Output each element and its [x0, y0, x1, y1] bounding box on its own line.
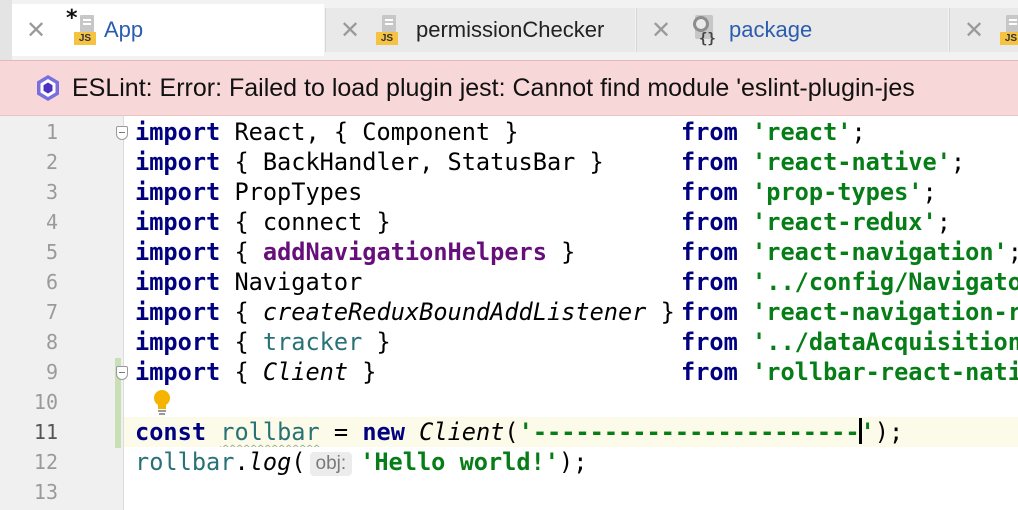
code-line-11[interactable]: const rollbar = new Client('------------… [124, 417, 1018, 447]
tab-permission-checker[interactable]: ✕ JS permissionChecker [325, 8, 635, 52]
tab-package[interactable]: ✕ {} package [636, 8, 948, 52]
code-line-4[interactable]: import { connect } from 'react-redux'; [124, 207, 1018, 237]
line-number: 10 [33, 390, 58, 414]
close-icon[interactable]: ✕ [26, 18, 46, 42]
tab-overflow[interactable]: ✕ JS [949, 8, 1018, 52]
parameter-hint: obj: [309, 452, 353, 476]
package-json-icon: {} [693, 15, 721, 47]
editor-tab-bar: ✕ * JS App ✕ JS permissionChecker ✕ {} p… [0, 0, 1018, 60]
tab-label: App [104, 17, 144, 42]
tab-app[interactable]: ✕ * JS App [12, 4, 324, 56]
js-file-icon: JS [1000, 15, 1018, 45]
code-line-8[interactable]: import { tracker } from '../dataAcquisit… [124, 327, 1018, 357]
code-line-7[interactable]: import { createReduxBoundAddListener } f… [124, 297, 1018, 327]
eslint-icon [37, 75, 59, 101]
close-icon[interactable]: ✕ [651, 18, 671, 42]
code-line-9[interactable]: import { Client } from 'rollbar-react-na… [124, 357, 1018, 387]
code-line-12[interactable]: rollbar.log(obj: 'Hello world!'); [124, 447, 1018, 477]
code-line-2[interactable]: import { BackHandler, StatusBar } from '… [124, 147, 1018, 177]
tab-bar-left-edge [0, 0, 12, 60]
line-number: 4 [45, 210, 58, 234]
code-line-5[interactable]: import { addNavigationHelpers } from 're… [124, 237, 1018, 267]
line-number: 6 [45, 270, 58, 294]
line-number: 2 [45, 150, 58, 174]
line-number: 12 [33, 450, 58, 474]
line-number: 9 [45, 360, 58, 384]
line-number: 5 [45, 240, 58, 264]
line-number: 3 [45, 180, 58, 204]
line-number-gutter: 1 2 3 4 5 6 7 8 9 10 11 12 13 [0, 116, 124, 510]
code-line-6[interactable]: import Navigator from '../config/Navigato [124, 267, 1018, 297]
tab-label: package [729, 17, 813, 42]
code-line-10[interactable] [124, 387, 1018, 417]
line-number: 13 [33, 480, 58, 504]
banner-message: ESLint: Error: Failed to load plugin jes… [72, 74, 915, 102]
code-line-13[interactable] [124, 477, 1018, 507]
code-line-1[interactable]: import React, { Component } from 'react'… [124, 117, 1018, 147]
intention-bulb-icon[interactable] [150, 388, 174, 416]
close-icon[interactable]: ✕ [340, 18, 360, 42]
tab-label: permissionChecker [416, 17, 605, 42]
line-number: 8 [45, 330, 58, 354]
line-number: 1 [45, 120, 58, 144]
code-line-3[interactable]: import PropTypes from 'prop-types'; [124, 177, 1018, 207]
line-number: 7 [45, 300, 58, 324]
js-file-icon: JS [74, 15, 100, 45]
close-icon[interactable]: ✕ [964, 18, 984, 42]
js-file-icon: JS [376, 15, 402, 45]
line-number: 11 [33, 420, 58, 444]
eslint-error-banner: ESLint: Error: Failed to load plugin jes… [0, 60, 1018, 116]
